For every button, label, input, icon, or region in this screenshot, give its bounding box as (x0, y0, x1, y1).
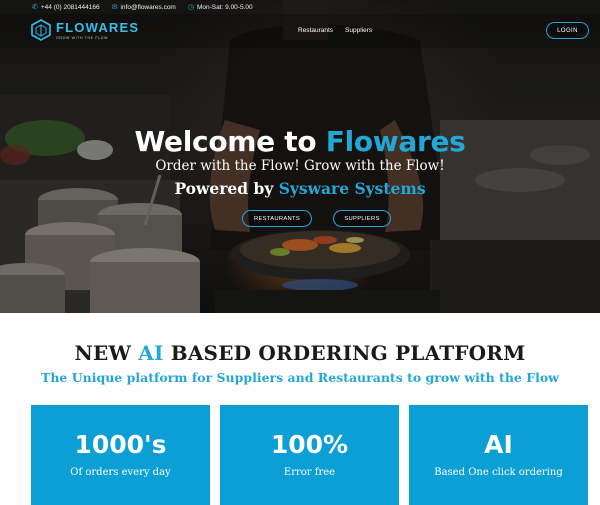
powered-accent: Sysware Systems (278, 179, 426, 198)
hero-title-accent: Flowares (325, 125, 466, 158)
hero-title-prefix: Welcome to (134, 125, 326, 158)
brand-tagline: GROW WITH THE FLOW (56, 35, 109, 40)
platform-section: NEW AI BASED ORDERING PLATFORM The Uniqu… (0, 313, 600, 505)
stat-card-value: AI (484, 430, 513, 459)
phone-icon: ✆ (32, 3, 38, 11)
stats-cards: 1000's Of orders every day 100% Error fr… (31, 405, 588, 505)
powered-prefix: Powered by (174, 179, 279, 198)
nav-item-restaurants[interactable]: Restaurants (298, 27, 333, 34)
hero-section: ✆ +44 (0) 2081444166 ✉ info@flowares.com… (0, 0, 600, 313)
contact-email-text: info@flowares.com (120, 3, 176, 11)
stat-card-label: Based One click ordering (434, 467, 563, 478)
contact-phone-text: +44 (0) 2081444166 (40, 3, 100, 11)
brand-name: FLOWARES (56, 19, 140, 35)
restaurants-button[interactable]: RESTAURANTS (242, 210, 312, 227)
stat-card-value: 100% (270, 430, 349, 459)
stat-card-label: Error free (283, 467, 336, 478)
platform-title-accent: AI (138, 341, 164, 365)
hero-subtitle: Order with the Flow! Grow with the Flow! (155, 158, 445, 174)
suppliers-button[interactable]: SUPPLIERS (333, 210, 391, 227)
platform-title-suffix: BASED ORDERING PLATFORM (163, 341, 526, 365)
contact-email[interactable]: ✉ info@flowares.com (112, 4, 176, 11)
contact-bar: ✆ +44 (0) 2081444166 ✉ info@flowares.com… (0, 0, 600, 14)
nav-item-suppliers[interactable]: Suppliers (345, 27, 372, 34)
envelope-icon: ✉ (111, 3, 118, 11)
platform-title: NEW AI BASED ORDERING PLATFORM (0, 341, 600, 365)
platform-title-prefix: NEW (74, 341, 139, 365)
stat-card-label: Of orders every day (70, 467, 171, 478)
contact-phone[interactable]: ✆ +44 (0) 2081444166 (32, 4, 100, 11)
platform-subtitle: The Unique platform for Suppliers and Re… (41, 370, 559, 385)
hero-powered-by: Powered by Sysware Systems (0, 179, 600, 198)
clock-icon: ◷ (187, 3, 194, 11)
contact-hours-text: Mon-Sat: 9.00-5.00 (196, 3, 253, 11)
brand-logo[interactable]: FLOWARES GROW WITH THE FLOW (31, 19, 139, 41)
logo-mark-icon (31, 19, 51, 41)
contact-hours: ◷ Mon-Sat: 9.00-5.00 (188, 4, 253, 11)
hero-title: Welcome to Flowares (0, 125, 600, 158)
stat-card-orders: 1000's Of orders every day (31, 405, 210, 505)
nav-links: Restaurants Suppliers (298, 27, 372, 34)
login-button[interactable]: LOGIN (546, 22, 589, 39)
main-navbar: FLOWARES GROW WITH THE FLOW Restaurants … (0, 14, 600, 48)
hero-buttons: RESTAURANTS SUPPLIERS (242, 210, 391, 227)
stat-card-error-free: 100% Error free (220, 405, 399, 505)
stat-card-ai: AI Based One click ordering (409, 405, 588, 505)
stat-card-value: 1000's (74, 430, 167, 459)
